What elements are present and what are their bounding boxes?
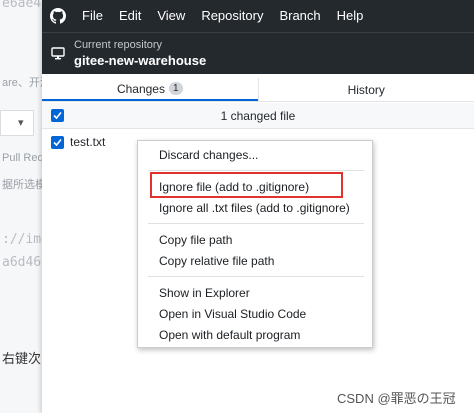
menu-view[interactable]: View: [149, 0, 193, 32]
monitor-icon: [42, 47, 74, 60]
menu-separator: [148, 223, 364, 224]
bg-pull-request-link: Pull Req: [2, 152, 44, 164]
menu-item-ignore-all-txt[interactable]: Ignore all .txt files (add to .gitignore…: [159, 200, 350, 216]
menu-separator: [148, 276, 364, 277]
menu-edit[interactable]: Edit: [111, 0, 149, 32]
changes-summary-row: 1 changed file: [42, 103, 474, 129]
tab-bar: Changes 1 History: [42, 78, 474, 102]
csdn-watermark: CSDN @罪恶の王冠: [337, 391, 456, 406]
tab-changes[interactable]: Changes 1: [42, 78, 258, 101]
menu-item-open-default-program[interactable]: Open with default program: [159, 327, 300, 343]
changed-files-count: 1 changed file: [220, 108, 296, 123]
menu-help[interactable]: Help: [329, 0, 372, 32]
menu-file[interactable]: File: [74, 0, 111, 32]
menu-repository[interactable]: Repository: [193, 0, 271, 32]
current-repository-label: Current repository: [74, 38, 163, 51]
tab-history[interactable]: History: [257, 78, 474, 101]
github-logo-icon: [42, 0, 74, 32]
repository-name: gitee-new-warehouse: [74, 52, 207, 68]
file-checkbox[interactable]: [51, 135, 64, 149]
tab-history-label: History: [347, 82, 385, 97]
menu-item-copy-file-path[interactable]: Copy file path: [159, 232, 232, 248]
menu-item-show-in-explorer[interactable]: Show in Explorer: [159, 285, 250, 301]
tab-changes-label: Changes: [116, 81, 165, 96]
bg-dropdown-caret: ▾: [18, 117, 24, 129]
menu-bar: File Edit View Repository Branch Help: [42, 0, 474, 32]
menu-item-copy-relative-path[interactable]: Copy relative file path: [159, 253, 274, 269]
menu-branch[interactable]: Branch: [271, 0, 328, 32]
current-repository-selector[interactable]: Current repository gitee-new-warehouse: [42, 32, 474, 74]
repository-texts: Current repository gitee-new-warehouse: [74, 39, 206, 69]
annotation-highlight-box: [150, 172, 343, 198]
menu-item-open-in-vscode[interactable]: Open in Visual Studio Code: [159, 306, 306, 322]
check-icon: [53, 138, 62, 146]
menu-item-discard-changes[interactable]: Discard changes...: [159, 147, 258, 163]
changes-count-badge: 1: [168, 82, 183, 95]
file-name: test.txt: [70, 135, 106, 149]
bg-dropdown: [0, 110, 34, 136]
menu-separator: [148, 170, 364, 171]
bg-cjk-text: 右键次: [2, 351, 42, 366]
